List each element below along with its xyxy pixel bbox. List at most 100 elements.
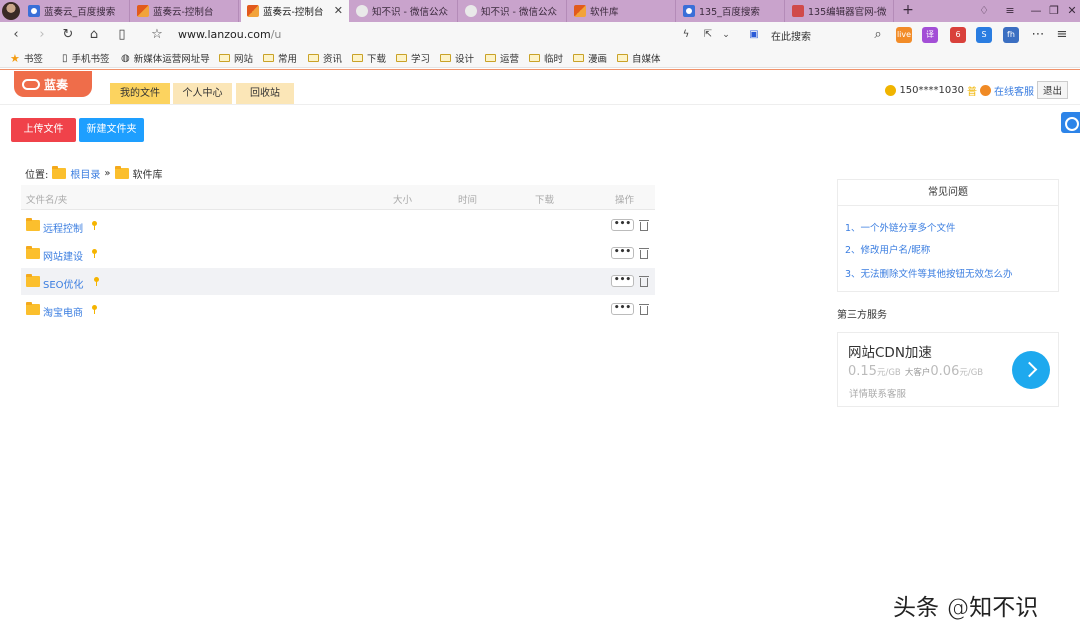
cdn-service-card[interactable]: 网站CDN加速 0.15元/GB 大客户0.06元/GB 详情联系客服 — [837, 332, 1059, 407]
bookmark-label: 漫画 — [588, 54, 608, 65]
faq-link[interactable]: 2、修改用户名/昵称 — [845, 242, 930, 256]
tab-135-baidu-search[interactable]: 135_百度搜索 — [677, 0, 785, 22]
bookmark-newmedia[interactable]: ◍ 新媒体运营网址导 — [121, 51, 210, 66]
tab-label: 蓝奏云-控制台 — [153, 7, 214, 18]
tab-label: 知不识 - 微信公众 — [372, 7, 448, 18]
fh-extension-icon[interactable]: fh — [1003, 27, 1019, 43]
close-tab-icon[interactable]: ✕ — [334, 4, 343, 17]
browser-menu-icon[interactable]: ≡ — [1052, 25, 1072, 45]
folder-name-link[interactable]: 淘宝电商 — [43, 304, 83, 319]
upload-file-button[interactable]: 上传文件 — [11, 118, 76, 142]
more-actions-button[interactable]: ••• — [611, 247, 634, 259]
tab-user-center[interactable]: 个人中心 — [173, 83, 232, 104]
menu-icon[interactable]: ≡ — [996, 0, 1024, 22]
speed-mode-icon[interactable]: ϟ — [676, 25, 696, 45]
folder-icon — [485, 54, 496, 62]
tab-lanzou-baidu-search[interactable]: 蓝奏云_百度搜索 — [22, 0, 130, 22]
tab-135-editor[interactable]: 135编辑器官网-微 — [786, 0, 894, 22]
bookmark-mobile[interactable]: ▯ 手机书签 — [62, 51, 110, 66]
tab-lanzou-console-active[interactable]: 蓝奏云-控制台 ✕ — [241, 0, 349, 22]
share-icon[interactable]: ⇱ — [698, 25, 718, 45]
site135-icon — [792, 5, 804, 17]
site-logo[interactable]: 蓝奏 — [14, 71, 92, 97]
more-actions-button[interactable]: ••• — [611, 219, 634, 231]
tab-wechat-1[interactable]: 知不识 - 微信公众 — [350, 0, 458, 22]
back-icon[interactable]: ‹ — [6, 25, 26, 45]
more-actions-button[interactable]: ••• — [611, 275, 634, 287]
tab-recycle-bin[interactable]: 回收站 — [236, 83, 294, 104]
reading-mode-icon[interactable]: ▯ — [112, 25, 132, 45]
star-icon: ★ — [10, 51, 20, 65]
profile-avatar[interactable] — [2, 2, 20, 20]
folder-name-link[interactable]: 网站建设 — [43, 248, 83, 263]
bookmark-folder[interactable]: 资讯 — [308, 51, 342, 65]
trash-icon[interactable] — [639, 275, 649, 287]
search-engine-icon[interactable]: ▣ — [744, 25, 764, 45]
close-window-icon[interactable]: ✕ — [1058, 0, 1080, 22]
bookmark-star[interactable]: ★ 书签 — [10, 51, 43, 66]
floating-helper-icon[interactable] — [1061, 112, 1080, 133]
skin-icon[interactable]: ♢ — [970, 0, 998, 22]
file-row[interactable]: 淘宝电商 ••• — [21, 296, 655, 323]
sync-extension-icon[interactable]: S — [976, 27, 992, 43]
home-icon[interactable]: ⌂ — [84, 25, 104, 45]
reload-icon[interactable]: ↻ — [58, 25, 78, 45]
tab-software-library[interactable]: 软件库 — [568, 0, 676, 22]
extension-icon[interactable]: 6 — [950, 27, 966, 43]
search-icon[interactable]: ⌕ — [868, 25, 888, 45]
folder-icon — [617, 54, 628, 62]
breadcrumb-root-link[interactable]: 根目录 — [70, 166, 100, 181]
bookmark-folder[interactable]: 临时 — [529, 51, 563, 65]
header-time: 时间 — [458, 195, 478, 206]
bookmark-folder[interactable]: 学习 — [396, 51, 430, 65]
trash-icon[interactable] — [639, 247, 649, 259]
wechat-icon — [356, 5, 368, 17]
faq-link[interactable]: 1、一个外链分享多个文件 — [845, 220, 956, 234]
bookmark-folder[interactable]: 常用 — [263, 51, 297, 65]
folder-icon — [440, 54, 451, 62]
chevron-down-icon[interactable]: ⌄ — [716, 25, 736, 45]
file-row[interactable]: 网站建设 ••• — [21, 240, 655, 267]
search-input[interactable]: 在此搜索 — [771, 28, 811, 43]
faq-link[interactable]: 3、无法删除文件等其他按钮无效怎么办 — [845, 266, 1013, 280]
trash-icon[interactable] — [639, 303, 649, 315]
address-bar[interactable]: www.lanzou.com/u — [178, 28, 281, 41]
live-extension-icon[interactable]: live — [896, 27, 912, 43]
bookmark-folder[interactable]: 自媒体 — [617, 51, 661, 65]
bookmark-star-icon[interactable]: ☆ — [147, 25, 167, 45]
translate-extension-icon[interactable]: 译 — [922, 27, 938, 43]
bookmark-folder[interactable]: 漫画 — [573, 51, 607, 65]
tab-my-files[interactable]: 我的文件 — [110, 83, 170, 104]
bookmark-folder[interactable]: 运营 — [485, 51, 519, 65]
user-icon — [885, 84, 897, 96]
more-actions-button[interactable]: ••• — [611, 303, 634, 315]
forward-icon[interactable]: › — [32, 25, 52, 45]
new-tab-button[interactable]: + — [896, 0, 920, 22]
bookmark-folder[interactable]: 设计 — [440, 51, 474, 65]
file-row[interactable]: SEO优化 ••• — [21, 268, 655, 295]
tab-wechat-2[interactable]: 知不识 - 微信公众 — [459, 0, 567, 22]
trash-icon[interactable] — [639, 219, 649, 231]
logo-text: 蓝奏 — [44, 77, 69, 92]
breadcrumb-current: 软件库 — [132, 170, 163, 181]
cdn-price: 0.15元/GB 大客户0.06元/GB — [848, 364, 983, 379]
logout-button[interactable]: 退出 — [1036, 81, 1068, 99]
bookmark-folder[interactable]: 下载 — [352, 51, 386, 65]
tab-lanzou-console[interactable]: 蓝奏云-控制台 — [131, 0, 239, 22]
folder-icon — [396, 54, 407, 62]
bookmark-folder[interactable]: 网站 — [219, 51, 253, 65]
chevron-right-icon[interactable] — [1012, 351, 1050, 389]
faq-title: 常见问题 — [838, 180, 1058, 206]
folder-icon — [26, 218, 40, 231]
cdn-contact: 详情联系客服 — [849, 389, 907, 400]
new-folder-button[interactable]: 新建文件夹 — [79, 118, 144, 142]
folder-name-link[interactable]: 远程控制 — [43, 220, 83, 235]
folder-icon — [26, 274, 40, 287]
folder-icon — [26, 302, 40, 315]
file-row[interactable]: 远程控制 ••• — [21, 212, 655, 239]
more-icon[interactable]: ⋯ — [1028, 25, 1048, 45]
folder-name-link[interactable]: SEO优化 — [43, 276, 84, 291]
online-service-link[interactable]: 在线客服 — [994, 83, 1034, 98]
header-downloads: 下载 — [535, 195, 555, 206]
folder-icon — [573, 54, 584, 62]
